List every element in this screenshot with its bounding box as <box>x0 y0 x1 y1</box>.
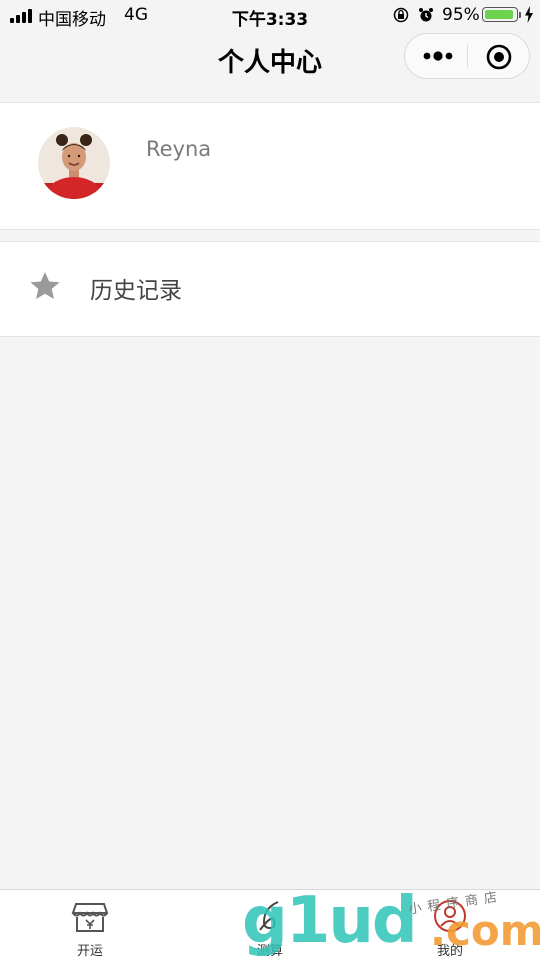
rotation-lock-icon <box>393 7 409 23</box>
charging-bolt-icon <box>525 6 533 23</box>
history-row[interactable]: 历史记录 <box>0 241 540 337</box>
battery-icon <box>482 7 518 22</box>
shop-icon <box>71 903 109 932</box>
user-icon <box>434 900 466 932</box>
avatar <box>38 127 110 199</box>
battery-percent: 95% <box>442 5 480 25</box>
tab-label: 测算 <box>256 944 283 959</box>
tab-cesuan[interactable]: 测算 <box>180 890 360 961</box>
tab-kaiyun[interactable]: 开运 <box>0 890 180 961</box>
more-dots-icon[interactable] <box>419 42 457 70</box>
nav-bar: 个人中心 <box>0 30 540 86</box>
mini-program-capsule <box>404 33 530 79</box>
history-label: 历史记录 <box>90 278 182 304</box>
tab-bar: 开运 测算 我的 <box>0 889 540 961</box>
pen-icon <box>259 901 279 931</box>
status-bar: 中国移动 4G 下午3:33 95% <box>0 0 540 30</box>
tab-wode[interactable]: 我的 <box>360 890 540 961</box>
star-icon <box>30 272 60 299</box>
tab-label: 开运 <box>76 944 103 959</box>
alarm-icon <box>419 8 433 22</box>
profile-card[interactable]: Reyna <box>0 102 540 230</box>
username: Reyna <box>146 137 212 161</box>
target-circle-icon[interactable] <box>485 43 513 71</box>
capsule-divider <box>467 45 468 67</box>
tab-label: 我的 <box>436 944 463 959</box>
